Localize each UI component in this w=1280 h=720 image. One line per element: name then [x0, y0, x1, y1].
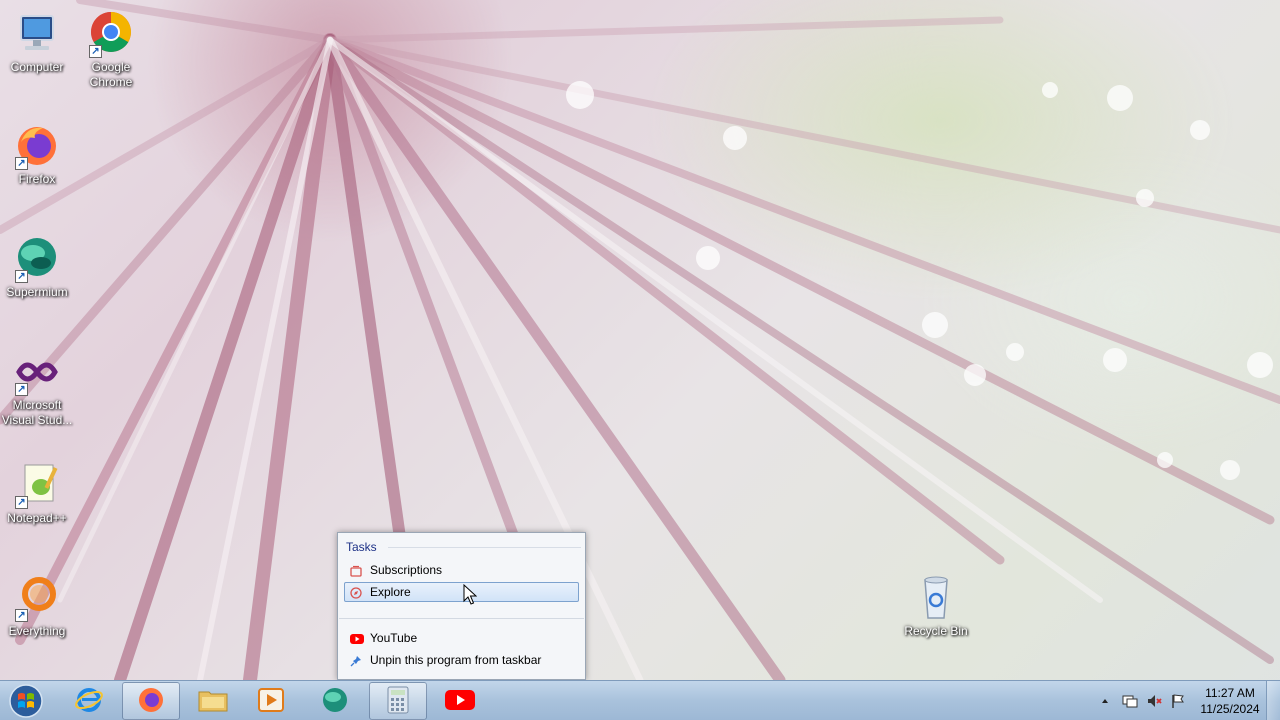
taskbar-button-internet-explorer[interactable] [60, 682, 118, 720]
shortcut-arrow-icon: ↗ [89, 45, 102, 58]
taskbar: 11:27 AM 11/25/2024 [0, 680, 1280, 720]
shortcut-arrow-icon: ↗ [15, 383, 28, 396]
taskbar-button-supermium[interactable] [306, 682, 364, 720]
shortcut-arrow-icon: ↗ [15, 609, 28, 622]
desktop-icon-google-chrome[interactable]: ↗ Google Chrome [74, 10, 148, 90]
folder-icon [197, 685, 229, 718]
jump-list-unpin-label: Unpin this program from taskbar [370, 653, 542, 667]
clock-date: 11/25/2024 [1200, 702, 1260, 716]
taskbar-button-media-player[interactable] [242, 682, 300, 720]
desktop-icon-notepad-plus-plus[interactable]: ↗ Notepad++ [0, 461, 74, 526]
calculator-icon [385, 685, 411, 718]
desktop-icon-label: Notepad++ [7, 511, 67, 525]
notepad-plus-plus-icon: ↗ [13, 461, 61, 509]
taskbar-button-calculator[interactable] [369, 682, 427, 720]
taskbar-button-file-explorer[interactable] [184, 682, 242, 720]
jump-list-task-label: Subscriptions [370, 563, 443, 577]
volume-muted-icon[interactable] [1146, 693, 1162, 709]
jump-list-app-label: YouTube [370, 631, 418, 645]
desktop-icon-label: Microsoft Visual Stud... [1, 398, 73, 427]
network-flag-icon[interactable] [1170, 693, 1186, 709]
jump-list-app-youtube[interactable]: YouTube [344, 628, 579, 648]
desktop-wallpaper [0, 0, 1280, 680]
show-hidden-icons-chevron-icon[interactable] [1099, 695, 1111, 707]
explore-icon [350, 586, 362, 599]
jump-list-heading: Tasks [346, 540, 377, 554]
taskbar-button-firefox[interactable] [122, 682, 180, 720]
desktop-icon-label: Firefox [18, 172, 56, 186]
desktop-icon-label: Supermium [6, 285, 68, 299]
chrome-icon: ↗ [87, 10, 135, 58]
firefox-icon: ↗ [13, 122, 61, 170]
shortcut-arrow-icon: ↗ [15, 496, 28, 509]
jump-list-heading-divider [388, 547, 581, 548]
pin-icon [350, 654, 362, 667]
jump-list-task-subscriptions[interactable]: Subscriptions [344, 560, 579, 580]
desktop-icon-computer[interactable]: Computer [0, 10, 74, 75]
start-button[interactable] [4, 683, 48, 719]
media-player-icon [256, 685, 286, 718]
show-desktop-button[interactable] [1266, 681, 1280, 720]
firefox-icon [136, 685, 166, 718]
shortcut-arrow-icon: ↗ [15, 270, 28, 283]
desktop-icon-firefox[interactable]: ↗ Firefox [0, 122, 74, 187]
action-center-icon[interactable] [1122, 693, 1138, 709]
internet-explorer-icon [74, 685, 104, 718]
youtube-jump-list: Tasks Subscriptions Explore YouTube Unpi… [337, 532, 586, 680]
subscriptions-icon [350, 564, 362, 577]
clock-time: 11:27 AM [1205, 686, 1255, 700]
youtube-icon [350, 632, 364, 644]
jump-list-task-label: Explore [370, 585, 411, 599]
supermium-icon: ↗ [13, 235, 61, 283]
mouse-cursor-icon [463, 583, 478, 606]
desktop-icon-everything[interactable]: ↗ Everything [0, 574, 74, 639]
jump-list-divider [339, 618, 584, 619]
desktop-icon-label: Computer [10, 60, 64, 74]
desktop-icon-label: Everything [8, 624, 66, 638]
everything-icon: ↗ [13, 574, 61, 622]
recycle-bin-icon [912, 574, 960, 622]
desktop-icon-label: Recycle Bin [904, 624, 968, 638]
jump-list-unpin[interactable]: Unpin this program from taskbar [344, 650, 579, 670]
desktop-icon-recycle-bin[interactable]: Recycle Bin [899, 574, 973, 639]
taskbar-button-youtube[interactable] [431, 682, 489, 720]
youtube-icon [444, 688, 476, 715]
desktop-icon-supermium[interactable]: ↗ Supermium [0, 235, 74, 300]
visual-studio-icon: ↗ [13, 348, 61, 396]
jump-list-task-explore[interactable]: Explore [344, 582, 579, 602]
desktop-icon-visual-studio[interactable]: ↗ Microsoft Visual Stud... [0, 348, 74, 428]
shortcut-arrow-icon: ↗ [15, 157, 28, 170]
taskbar-clock[interactable]: 11:27 AM 11/25/2024 [1196, 685, 1264, 717]
desktop-icon-label: Google Chrome [89, 60, 133, 89]
computer-icon [13, 10, 61, 58]
supermium-icon [320, 685, 350, 718]
